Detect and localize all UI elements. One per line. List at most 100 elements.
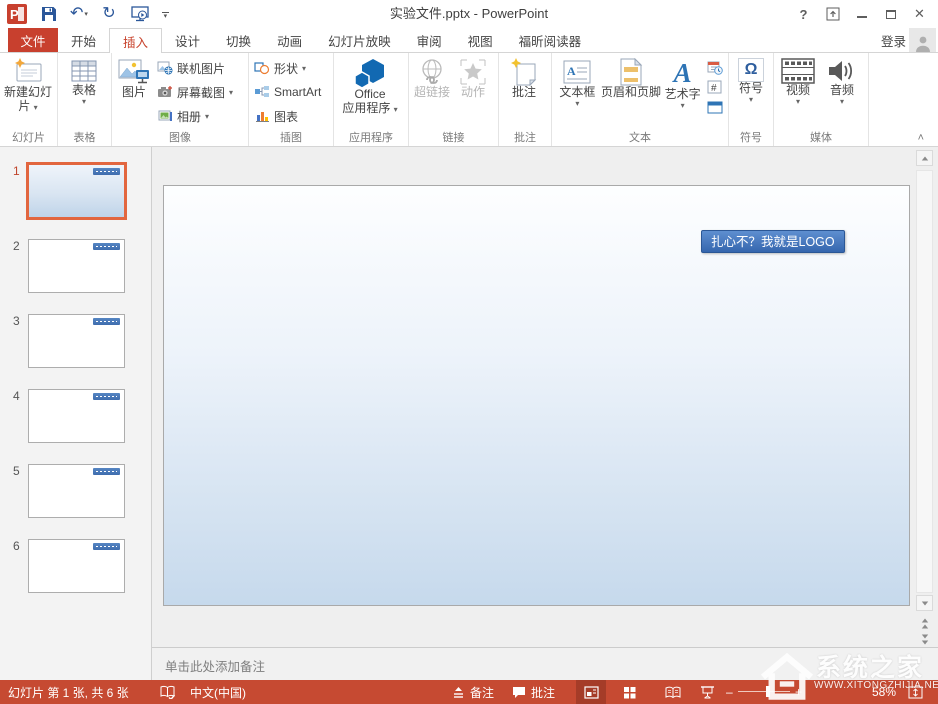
comment-button[interactable]: 批注 — [501, 56, 547, 100]
zoom-percentage[interactable]: 58% — [872, 680, 896, 704]
zoom-slider-track[interactable] — [738, 691, 790, 692]
group-table: 表格 ▾ 表格 — [58, 53, 112, 146]
spellcheck-icon[interactable] — [160, 680, 175, 704]
new-slide-caret-icon: ▾ — [34, 103, 38, 112]
title-bar: P ↶ ▾ ↻ ▾ 实验文件.pptx - PowerPoint ? ✕ — [0, 0, 938, 28]
help-button[interactable]: ? — [789, 1, 818, 27]
chart-icon — [254, 109, 270, 123]
svg-text:#: # — [711, 83, 717, 94]
notes-pane[interactable]: 单击此处添加备注 — [152, 647, 938, 680]
office-apps-button[interactable]: Office应用程序 ▾ — [336, 56, 404, 115]
previous-slide-button[interactable] — [917, 616, 932, 631]
scroll-down-button[interactable] — [916, 595, 933, 611]
video-caret-icon: ▾ — [796, 98, 800, 105]
online-pictures-button[interactable]: 联机图片 — [154, 56, 236, 80]
audio-button[interactable]: 音频 ▾ — [820, 56, 864, 105]
picture-button[interactable]: 图片 — [114, 56, 154, 100]
slide-thumb-image[interactable] — [28, 389, 125, 443]
photo-album-button[interactable]: 相册 ▾ — [154, 104, 236, 128]
slide-thumbnail-4[interactable]: 4 — [0, 389, 151, 443]
group-label-illustrations: 插图 — [249, 129, 333, 145]
group-label-apps: 应用程序 — [334, 129, 408, 145]
zoom-slider-handle[interactable] — [766, 686, 770, 697]
action-icon — [459, 58, 487, 86]
tab-view[interactable]: 视图 — [455, 28, 506, 52]
object-button[interactable] — [704, 97, 726, 117]
avatar[interactable] — [909, 28, 936, 52]
slide-thumbnail-1[interactable]: 1 — [0, 164, 151, 218]
scroll-up-button[interactable] — [916, 150, 933, 166]
slide-thumb-image[interactable] — [28, 314, 125, 368]
chart-button[interactable]: 图表 — [251, 104, 324, 128]
slide-number-label: 2 — [13, 239, 20, 253]
comments-toggle-button[interactable]: 批注 — [512, 680, 555, 704]
slide-sorter-view-button[interactable] — [614, 680, 644, 704]
slide-thumbnail-3[interactable]: 3 — [0, 314, 151, 368]
shapes-button[interactable]: 形状 ▾ — [251, 56, 324, 80]
logo-textbox[interactable]: 扎心不？我就是LOGO — [701, 230, 845, 253]
language-indicator[interactable]: 中文(中国) — [190, 680, 246, 704]
logo-chip — [93, 243, 120, 250]
maximize-button[interactable] — [876, 1, 905, 27]
next-slide-button[interactable] — [917, 632, 932, 647]
photo-album-caret-icon: ▾ — [205, 113, 209, 120]
ribbon-display-options-button[interactable] — [818, 1, 847, 27]
sign-in-link[interactable]: 登录 — [881, 28, 906, 53]
header-footer-button[interactable]: 页眉和页脚 — [601, 56, 661, 100]
slide-editing-area[interactable]: 扎心不？我就是LOGO — [152, 147, 938, 647]
date-time-button[interactable] — [704, 57, 726, 77]
minimize-button[interactable] — [847, 1, 876, 27]
tab-review[interactable]: 审阅 — [404, 28, 455, 52]
slideshow-view-button[interactable] — [692, 680, 722, 704]
video-button[interactable]: 视频 ▾ — [776, 56, 820, 105]
collapse-ribbon-icon[interactable]: ˄ — [918, 132, 924, 144]
symbol-button[interactable]: Ω 符号 ▾ — [731, 56, 771, 103]
table-caret-icon: ▾ — [82, 98, 86, 105]
screenshot-button[interactable]: 屏幕截图 ▾ — [154, 80, 236, 104]
group-label-images: 图像 — [112, 129, 248, 145]
tab-design[interactable]: 设计 — [162, 28, 213, 52]
table-button[interactable]: 表格 ▾ — [60, 56, 108, 105]
slide-thumbnail-6[interactable]: 6 — [0, 539, 151, 593]
slide-thumb-image[interactable] — [26, 162, 127, 220]
group-label-text: 文本 — [552, 129, 728, 145]
slide-number-label: 3 — [13, 314, 20, 328]
slide-thumbnail-5[interactable]: 5 — [0, 464, 151, 518]
slide-thumb-image[interactable] — [28, 464, 125, 518]
new-slide-button[interactable]: 新建幻灯片 ▾ — [2, 56, 54, 113]
notes-toggle-button[interactable]: 备注 — [452, 680, 494, 704]
slide-number-button[interactable]: # — [704, 77, 726, 97]
scrollbar-track[interactable] — [916, 170, 933, 593]
wordart-button[interactable]: A 艺术字 ▾ — [661, 56, 704, 109]
wordart-icon: A — [674, 58, 692, 88]
close-button[interactable]: ✕ — [905, 1, 934, 27]
tab-home[interactable]: 开始 — [58, 28, 109, 52]
normal-view-button[interactable] — [576, 680, 606, 704]
tab-animations[interactable]: 动画 — [264, 28, 315, 52]
reading-view-button[interactable] — [658, 680, 688, 704]
fit-to-window-button[interactable] — [902, 680, 928, 704]
zoom-in-button[interactable]: + — [795, 680, 802, 704]
textbox-button[interactable]: A 文本框 ▾ — [554, 56, 601, 107]
tab-slideshow[interactable]: 幻灯片放映 — [315, 28, 404, 52]
tab-transitions[interactable]: 切换 — [213, 28, 264, 52]
smartart-button[interactable]: SmartArt — [251, 80, 324, 104]
slide-canvas[interactable]: 扎心不？我就是LOGO — [163, 185, 910, 606]
slide-thumbnail-2[interactable]: 2 — [0, 239, 151, 293]
picture-icon — [118, 58, 150, 86]
tab-foxit-reader[interactable]: 福昕阅读器 — [506, 28, 595, 52]
slide-counter[interactable]: 幻灯片 第 1 张, 共 6 张 — [8, 680, 129, 704]
logo-chip — [93, 468, 120, 475]
group-label-media: 媒体 — [774, 129, 868, 145]
tab-insert[interactable]: 插入 — [109, 28, 162, 53]
slide-thumb-image[interactable] — [28, 239, 125, 293]
slide-thumb-image[interactable] — [28, 539, 125, 593]
group-label-slides: 幻灯片 — [0, 129, 57, 145]
screenshot-caret-icon: ▾ — [229, 89, 233, 96]
zoom-out-button[interactable]: – — [726, 680, 733, 704]
group-slides: 新建幻灯片 ▾ 幻灯片 — [0, 53, 58, 146]
notes-placeholder[interactable]: 单击此处添加备注 — [165, 656, 265, 675]
tab-file[interactable]: 文件 — [8, 28, 58, 52]
slide-number-label: 6 — [13, 539, 20, 553]
group-label-table: 表格 — [58, 129, 111, 145]
